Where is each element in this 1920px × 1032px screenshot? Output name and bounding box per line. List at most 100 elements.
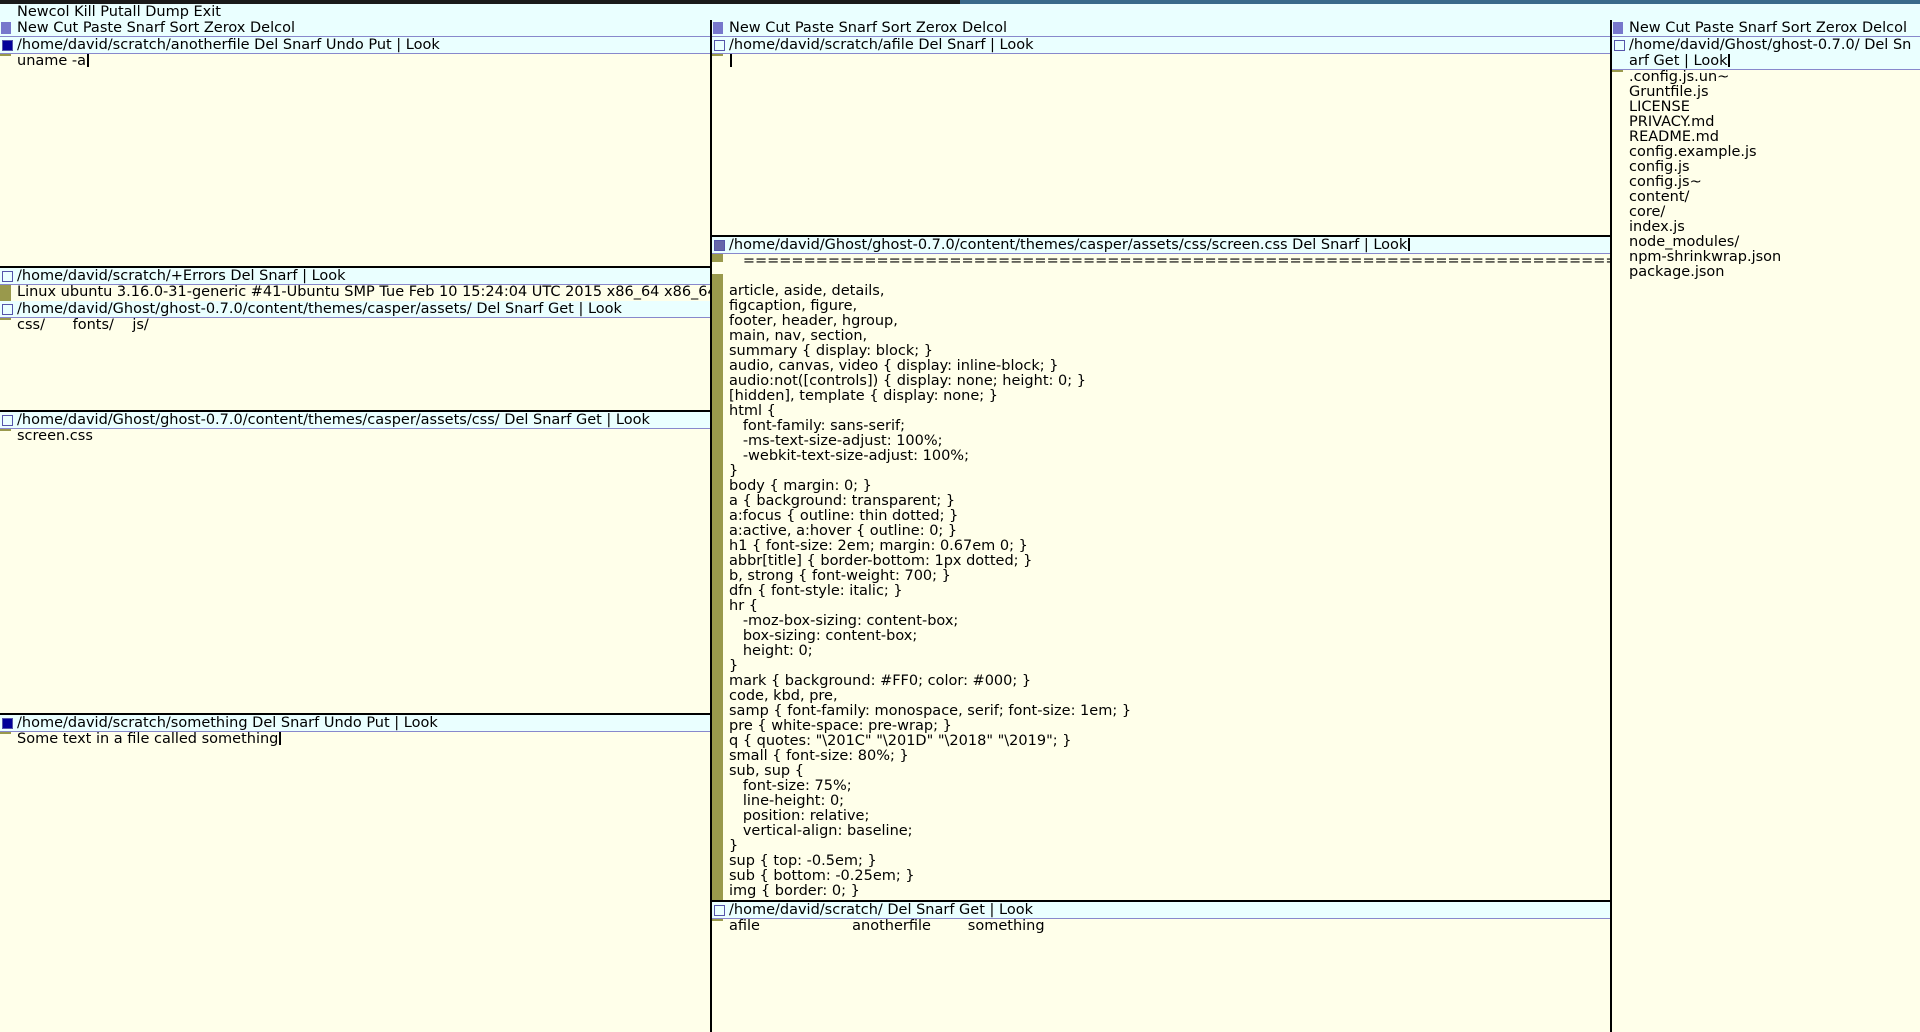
text-line[interactable]: font-size: 75%; [729, 779, 1610, 794]
column-2-tag[interactable]: New Cut Paste Snarf Sort Zerox Delcol [712, 20, 1610, 37]
text-line[interactable]: q { quotes: "\201C" "\201D" "\2018" "\20… [729, 734, 1610, 749]
scrollbar[interactable] [0, 732, 11, 1032]
css-text[interactable]: ========================================… [729, 254, 1610, 899]
text-line[interactable]: sub, sup { [729, 764, 1610, 779]
text-line[interactable]: package.json [1629, 265, 1781, 280]
text-line[interactable]: mark { background: #FF0; color: #000; } [729, 674, 1610, 689]
text-line[interactable]: afile anotherfile something [729, 919, 1045, 934]
text-line[interactable]: article, aside, details, [729, 284, 1610, 299]
column-3-handle[interactable] [1613, 22, 1623, 34]
window-anotherfile-body[interactable]: uname -a [0, 54, 710, 266]
window-afile-tag[interactable]: /home/david/scratch/afile Del Snarf | Lo… [712, 37, 1610, 54]
window-errors-tag[interactable]: /home/david/scratch/+Errors Del Snarf | … [0, 268, 710, 285]
column-3-tag[interactable]: New Cut Paste Snarf Sort Zerox Delcol [1612, 20, 1920, 37]
text-line[interactable]: Linux ubuntu 3.16.0-31-generic #41-Ubunt… [17, 285, 710, 300]
text-line[interactable]: } [729, 464, 1610, 479]
text-line[interactable] [729, 54, 732, 69]
text-line[interactable]: sub { bottom: -0.25em; } [729, 869, 1610, 884]
scrollbar-thumb[interactable] [712, 274, 723, 900]
window-tag-text[interactable]: /home/david/scratch/anotherfile Del Snar… [17, 37, 440, 53]
text-line[interactable]: core/ [1629, 205, 1781, 220]
column-2-tag-text[interactable]: New Cut Paste Snarf Sort Zerox Delcol [729, 20, 1007, 36]
text-line[interactable]: css/ fonts/ js/ [17, 318, 149, 333]
text-line[interactable]: node_modules/ [1629, 235, 1781, 250]
text-line[interactable]: h1 { font-size: 2em; margin: 0.67em 0; } [729, 539, 1610, 554]
text-line[interactable]: README.md [1629, 130, 1781, 145]
window-tag-text[interactable]: /home/david/scratch/+Errors Del Snarf | … [17, 268, 346, 284]
text-line[interactable]: config.js [1629, 160, 1781, 175]
text-line[interactable]: config.js~ [1629, 175, 1781, 190]
window-tag-text[interactable]: /home/david/scratch/ Del Snarf Get | Loo… [729, 902, 1033, 918]
text-line[interactable]: uname -a [17, 54, 90, 69]
window-something-tag[interactable]: /home/david/scratch/something Del Snarf … [0, 715, 710, 732]
text-line[interactable]: Some text in a file called something [17, 732, 282, 747]
window-clean-button[interactable] [714, 240, 725, 251]
text-line[interactable] [729, 269, 1610, 284]
window-assets-body[interactable]: css/ fonts/ js/ [0, 318, 710, 410]
text-line[interactable]: -ms-text-size-adjust: 100%; [729, 434, 1610, 449]
window-clean-button[interactable] [714, 40, 725, 51]
text-line[interactable]: a:active, a:hover { outline: 0; } [729, 524, 1610, 539]
window-tag-text[interactable]: /home/david/scratch/afile Del Snarf | Lo… [729, 37, 1034, 53]
text-line[interactable]: -webkit-text-size-adjust: 100%; [729, 449, 1610, 464]
column-3-tag-text[interactable]: New Cut Paste Snarf Sort Zerox Delcol [1629, 20, 1907, 36]
scrollbar[interactable] [0, 429, 11, 713]
text-line[interactable]: main, nav, section, [729, 329, 1610, 344]
text-line[interactable]: LICENSE [1629, 100, 1781, 115]
scrollbar[interactable] [712, 254, 723, 900]
window-errors-body[interactable]: Linux ubuntu 3.16.0-31-generic #41-Ubunt… [0, 285, 710, 301]
text-line[interactable]: } [729, 659, 1610, 674]
column-1-tag[interactable]: New Cut Paste Snarf Sort Zerox Delcol [0, 20, 710, 37]
column-1-handle[interactable] [1, 22, 11, 34]
text-line[interactable]: position: relative; [729, 809, 1610, 824]
column-2-handle[interactable] [713, 22, 723, 34]
text-line[interactable]: config.example.js [1629, 145, 1781, 160]
window-tag-text[interactable]: /home/david/scratch/something Del Snarf … [17, 715, 438, 731]
scrollbar-thumb-top[interactable] [712, 254, 723, 262]
scrollbar[interactable] [712, 54, 723, 235]
window-screen-css-body[interactable]: ========================================… [712, 254, 1610, 900]
scrollbar[interactable] [0, 54, 11, 266]
text-line[interactable]: body { margin: 0; } [729, 479, 1610, 494]
window-ghost-dir-tag[interactable]: /home/david/Ghost/ghost-0.7.0/ Del Sn ar… [1612, 37, 1920, 70]
column-1-tag-text[interactable]: New Cut Paste Snarf Sort Zerox Delcol [17, 20, 295, 36]
window-something-body[interactable]: Some text in a file called something [0, 732, 710, 1032]
window-scratch-dir-body[interactable]: afile anotherfile something [712, 919, 1610, 1032]
text-line[interactable]: height: 0; [729, 644, 1610, 659]
text-line[interactable]: code, kbd, pre, [729, 689, 1610, 704]
window-clean-button[interactable] [2, 304, 13, 315]
window-dirty-button[interactable] [2, 40, 13, 51]
text-line[interactable]: npm-shrinkwrap.json [1629, 250, 1781, 265]
text-line[interactable]: vertical-align: baseline; [729, 824, 1610, 839]
text-line[interactable]: figcaption, figure, [729, 299, 1610, 314]
window-anotherfile-tag[interactable]: /home/david/scratch/anotherfile Del Snar… [0, 37, 710, 54]
text-line[interactable]: index.js [1629, 220, 1781, 235]
window-ghost-dir-body[interactable]: .config.js.un~ Gruntfile.js LICENSE PRIVACY… [1612, 70, 1920, 1032]
text-line[interactable]: a:focus { outline: thin dotted; } [729, 509, 1610, 524]
text-line[interactable]: small { font-size: 80%; } [729, 749, 1610, 764]
text-line[interactable]: samp { font-family: monospace, serif; fo… [729, 704, 1610, 719]
window-dirty-button[interactable] [2, 718, 13, 729]
window-afile-body[interactable] [712, 54, 1610, 235]
text-line[interactable]: .config.js.un~ [1629, 70, 1781, 85]
scrollbar[interactable] [0, 285, 11, 301]
text-line[interactable]: summary { display: block; } [729, 344, 1610, 359]
scrollbar[interactable] [712, 919, 723, 1032]
ghost-dir-listing[interactable]: .config.js.un~ Gruntfile.js LICENSE PRIVACY… [1629, 70, 1781, 280]
main-tag-text[interactable]: Newcol Kill Putall Dump Exit [17, 4, 221, 20]
window-clean-button[interactable] [714, 905, 725, 916]
text-line[interactable]: b, strong { font-weight: 700; } [729, 569, 1610, 584]
window-clean-button[interactable] [2, 271, 13, 282]
text-line[interactable]: pre { white-space: pre-wrap; } [729, 719, 1610, 734]
text-line[interactable]: audio:not([controls]) { display: none; h… [729, 374, 1610, 389]
text-line[interactable]: line-height: 0; [729, 794, 1610, 809]
window-tag-text[interactable]: /home/david/Ghost/ghost-0.7.0/content/th… [729, 237, 1411, 253]
text-line[interactable]: PRIVACY.md [1629, 115, 1781, 130]
window-tag-text[interactable]: /home/david/Ghost/ghost-0.7.0/ Del Sn ar… [1629, 37, 1911, 69]
main-tag-bar[interactable]: Newcol Kill Putall Dump Exit [0, 4, 1920, 20]
window-tag-text[interactable]: /home/david/Ghost/ghost-0.7.0/content/th… [17, 301, 622, 317]
text-line[interactable]: [hidden], template { display: none; } [729, 389, 1610, 404]
window-screen-css-tag[interactable]: /home/david/Ghost/ghost-0.7.0/content/th… [712, 237, 1610, 254]
text-line[interactable]: dfn { font-style: italic; } [729, 584, 1610, 599]
window-scratch-dir-tag[interactable]: /home/david/scratch/ Del Snarf Get | Loo… [712, 902, 1610, 919]
